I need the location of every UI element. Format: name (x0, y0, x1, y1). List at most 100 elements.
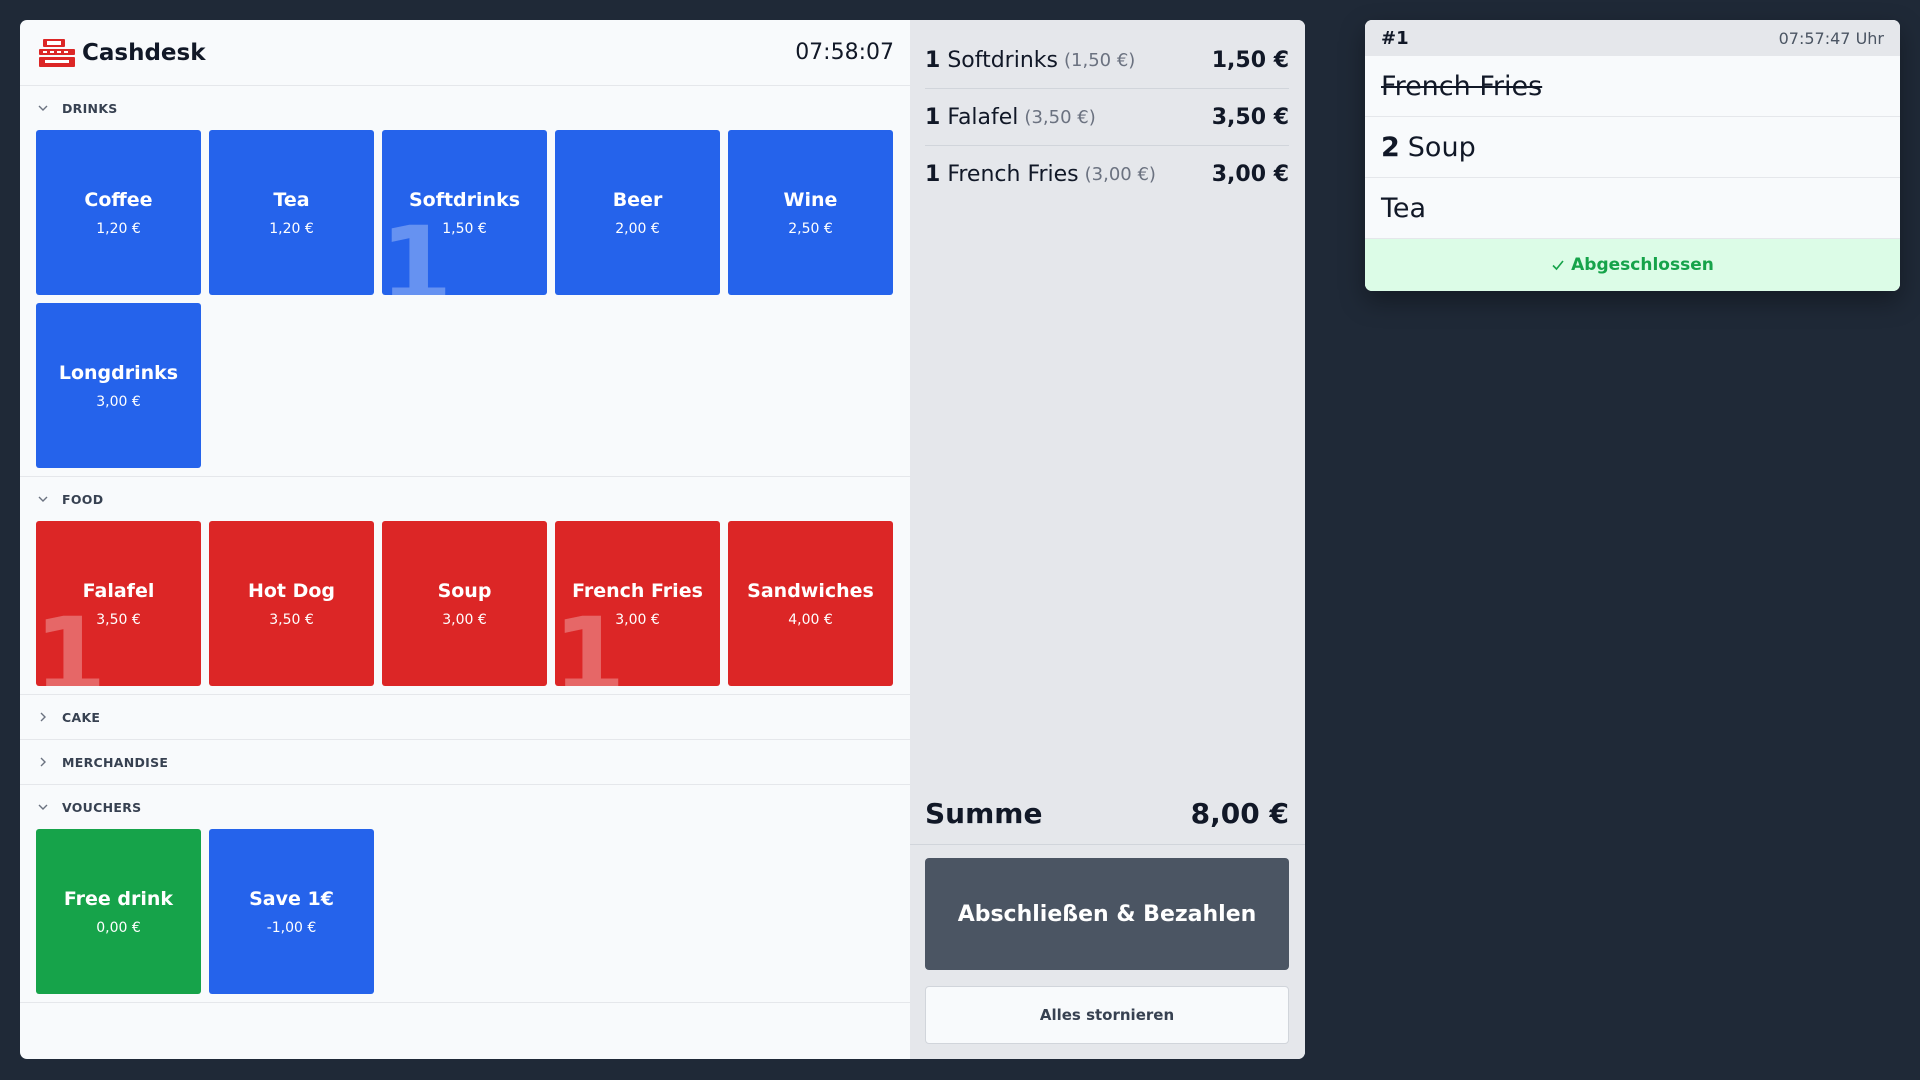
product-name: Save 1€ (249, 887, 334, 910)
section-drinks: DRINKS Coffee 1,20 € Tea 1,20 €1 Softdrinks 1,… (20, 86, 910, 477)
clock: 07:58:07 (795, 40, 894, 65)
product-name: Free drink (63, 887, 174, 910)
ticket-item[interactable]: Tea (1365, 178, 1900, 239)
ticket-item[interactable]: French Fries (1365, 56, 1900, 117)
product-tile-softdrinks[interactable]: 1 Softdrinks 1,50 € (382, 130, 547, 295)
order-line-unit-price: (3,50 €) (1024, 106, 1096, 128)
app-title: Cashdesk (82, 39, 206, 66)
chevron-down-icon (36, 800, 50, 814)
chevron-right-icon (36, 710, 50, 724)
order-line[interactable]: 1 French Fries (3,00 €) 3,00 € (925, 146, 1289, 203)
product-price: 4,00 € (788, 611, 833, 628)
section-header-drinks[interactable]: DRINKS (20, 86, 910, 130)
check-icon (1551, 258, 1565, 272)
section-header-merchandise[interactable]: MERCHANDISE (20, 740, 910, 784)
product-name: Soup (437, 579, 492, 602)
ticket-item-name: Tea (1381, 192, 1427, 224)
product-panel: Cashdesk 07:58:07 DRINKS Coffee 1,20 € Tea 1… (20, 20, 910, 1059)
product-name: Falafel (82, 579, 155, 602)
product-name: Softdrinks (408, 188, 521, 211)
cashdesk-app: Cashdesk 07:58:07 DRINKS Coffee 1,20 € Tea 1… (20, 20, 1305, 1059)
order-ticket: #1 07:57:47 Uhr French Fries 2 Soup Tea Abg… (1365, 20, 1900, 291)
section-cake: CAKE (20, 695, 910, 740)
product-price: 0,00 € (96, 919, 141, 936)
section-label: MERCHANDISE (62, 754, 169, 770)
order-line-total: 1,50 € (1211, 47, 1289, 73)
product-price: 1,50 € (442, 220, 487, 237)
order-line-name: Softdrinks (947, 47, 1058, 73)
order-line-unit-price: (3,00 €) (1084, 164, 1156, 185)
product-price: 2,00 € (615, 220, 660, 237)
chevron-down-icon (36, 492, 50, 506)
order-line-name: Falafel (947, 104, 1019, 130)
product-tile-coffee[interactable]: Coffee 1,20 € (36, 130, 201, 295)
product-name: Tea (273, 188, 310, 211)
product-price: 3,00 € (442, 611, 487, 628)
order-line-unit-price: (1,50 €) (1064, 49, 1136, 71)
product-price: 2,50 € (788, 220, 833, 237)
sum-label: Summe (925, 797, 1043, 830)
section-label: CAKE (62, 709, 101, 725)
section-header-vouchers[interactable]: VOUCHERS (20, 785, 910, 829)
order-line-qty: 1 (925, 162, 941, 187)
product-name: Sandwiches (747, 579, 874, 602)
chevron-down-icon (36, 101, 50, 115)
ticket-time: 07:57:47 Uhr (1778, 28, 1884, 48)
order-line-total: 3,50 € (1211, 104, 1289, 130)
section-merchandise: MERCHANDISE (20, 740, 910, 785)
product-tile-beer[interactable]: Beer 2,00 € (555, 130, 720, 295)
order-line-qty: 1 (925, 47, 941, 73)
section-vouchers: VOUCHERS Free drink 0,00 € Save 1€ -1,00 € (20, 785, 910, 1003)
order-line[interactable]: 1 Softdrinks (1,50 €) 1,50 € (925, 32, 1289, 89)
sum-value: 8,00 € (1190, 797, 1289, 830)
product-name: Longdrinks (58, 361, 179, 384)
ticket-item[interactable]: 2 Soup (1365, 117, 1900, 178)
product-tile-longdrinks[interactable]: Longdrinks 3,00 € (36, 303, 201, 468)
cash-register-icon (36, 36, 78, 70)
section-label: FOOD (62, 491, 104, 507)
product-name: Coffee (84, 188, 153, 211)
product-name: Beer (612, 188, 663, 211)
product-tile-french-fries[interactable]: 1 French Fries 3,00 € (555, 521, 720, 686)
product-price: 3,50 € (269, 611, 314, 628)
product-price: 3,00 € (615, 611, 660, 628)
section-header-food[interactable]: FOOD (20, 477, 910, 521)
ticket-item-qty: 2 (1381, 131, 1400, 163)
section-label: DRINKS (62, 100, 118, 116)
top-bar: Cashdesk 07:58:07 (20, 20, 910, 86)
product-sections: DRINKS Coffee 1,20 € Tea 1,20 €1 Softdrinks 1,… (20, 86, 910, 1003)
product-tile-free-drink[interactable]: Free drink 0,00 € (36, 829, 201, 994)
ticket-header: #1 07:57:47 Uhr (1365, 20, 1900, 56)
product-grid: Coffee 1,20 € Tea 1,20 €1 Softdrinks 1,50 € Be… (20, 130, 910, 476)
product-name: Wine (783, 188, 838, 211)
cancel-all-button[interactable]: Alles stornieren (925, 986, 1289, 1044)
sum-row: Summe 8,00 € (910, 783, 1305, 845)
ticket-item-name: Soup (1407, 131, 1476, 163)
order-line[interactable]: 1 Falafel (3,50 €) 3,50 € (925, 89, 1289, 146)
product-price: 1,20 € (96, 220, 141, 237)
product-tile-hot-dog[interactable]: Hot Dog 3,50 € (209, 521, 374, 686)
product-tile-wine[interactable]: Wine 2,50 € (728, 130, 893, 295)
product-tile-soup[interactable]: Soup 3,00 € (382, 521, 547, 686)
product-price: -1,00 € (266, 919, 317, 936)
pay-button[interactable]: Abschließen & Bezahlen (925, 858, 1289, 970)
product-tile-sandwiches[interactable]: Sandwiches 4,00 € (728, 521, 893, 686)
product-name: French Fries (572, 579, 703, 602)
ticket-item-name: French Fries (1381, 70, 1543, 102)
product-tile-tea[interactable]: Tea 1,20 € (209, 130, 374, 295)
order-line-qty: 1 (925, 104, 941, 130)
product-grid: 1 Falafel 3,50 € Hot Dog 3,50 € Soup 3,00 €1 Fr… (20, 521, 910, 694)
product-grid: Free drink 0,00 € Save 1€ -1,00 € (20, 829, 910, 1002)
product-price: 3,00 € (96, 393, 141, 410)
order-line-name: French Fries (947, 162, 1079, 187)
product-name: Hot Dog (247, 579, 336, 602)
product-tile-save-1-[interactable]: Save 1€ -1,00 € (209, 829, 374, 994)
product-tile-falafel[interactable]: 1 Falafel 3,50 € (36, 521, 201, 686)
section-header-cake[interactable]: CAKE (20, 695, 910, 739)
ticket-number: #1 (1381, 27, 1409, 49)
order-line-total: 3,00 € (1211, 162, 1289, 187)
product-price: 1,20 € (269, 220, 314, 237)
order-panel: 1 Softdrinks (1,50 €) 1,50 €1 Falafel (3,50 €… (910, 20, 1305, 1059)
product-price: 3,50 € (96, 611, 141, 628)
ticket-items: French Fries 2 Soup Tea (1365, 56, 1900, 239)
